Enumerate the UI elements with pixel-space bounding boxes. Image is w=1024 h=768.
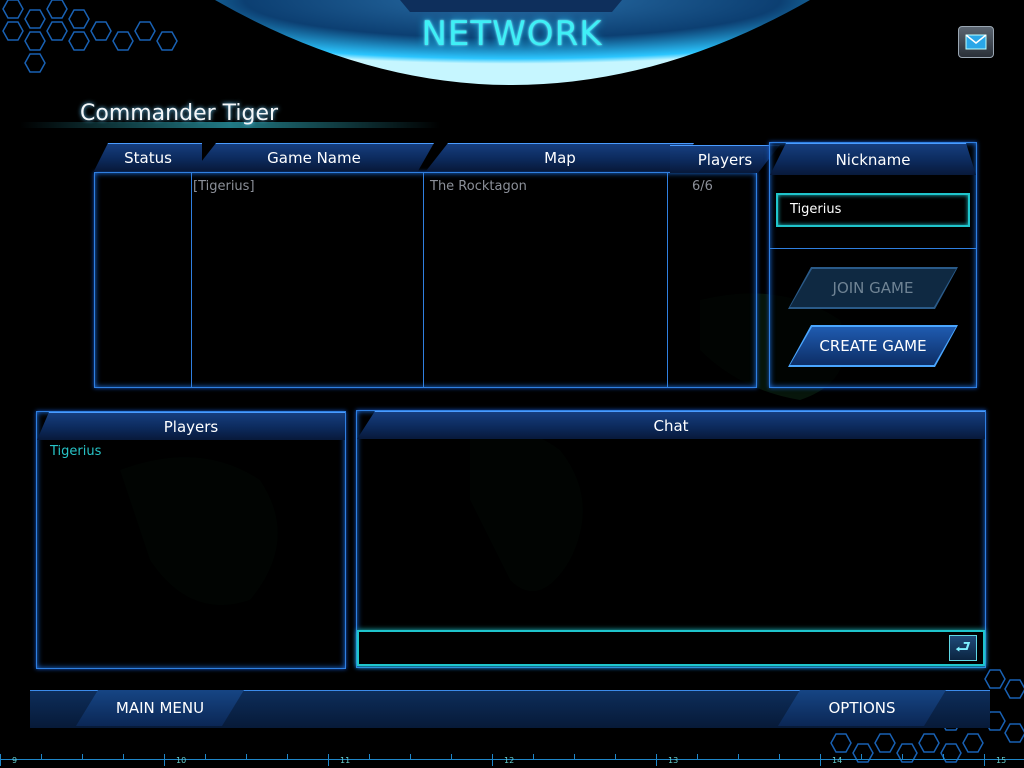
- ruler-tick: [205, 754, 206, 760]
- players-header: Players: [37, 412, 345, 440]
- ruler-tick: [328, 754, 329, 766]
- ruler-tick: [615, 754, 616, 760]
- column-divider: [423, 172, 424, 387]
- enter-arrow-icon: ⮐: [954, 637, 972, 658]
- mail-button[interactable]: [958, 26, 994, 58]
- timeline-ruler: 9 10 11 12 13 14 15: [0, 752, 1024, 768]
- ruler-tick: [41, 754, 42, 760]
- screen-title: NETWORK: [421, 14, 603, 54]
- join-game-button[interactable]: JOIN GAME: [790, 269, 956, 307]
- games-table: [94, 172, 757, 388]
- ruler-tick-label: 11: [340, 756, 351, 765]
- column-divider: [191, 172, 192, 387]
- ruler-tick: [779, 754, 780, 760]
- ruler-tick: [533, 754, 534, 760]
- column-divider: [667, 172, 668, 387]
- row-players: 6/6: [692, 179, 713, 194]
- row-game-name: [Tigerius]: [193, 179, 255, 194]
- ruler-tick: [738, 754, 739, 760]
- ruler-tick-label: 15: [996, 756, 1007, 765]
- ruler-tick: [82, 754, 83, 760]
- column-header-map[interactable]: Map: [426, 143, 694, 171]
- ruler-tick: [574, 754, 575, 760]
- ruler-tick: [943, 754, 944, 760]
- ruler-tick-label: 9: [12, 756, 18, 765]
- nickname-divider: [770, 248, 976, 249]
- mail-icon: [965, 34, 987, 50]
- main-menu-button[interactable]: MAIN MENU: [76, 690, 244, 726]
- ruler-tick-label: 10: [176, 756, 187, 765]
- ruler-tick-label: 12: [504, 756, 515, 765]
- chat-input[interactable]: [357, 630, 985, 666]
- send-button[interactable]: ⮐: [949, 635, 977, 661]
- ruler-tick: [164, 754, 165, 766]
- player-list-item[interactable]: Tigerius: [50, 444, 101, 459]
- ruler-tick: [820, 754, 821, 766]
- column-header-status[interactable]: Status: [94, 143, 202, 171]
- ruler-tick: [492, 754, 493, 766]
- ruler-tick: [656, 754, 657, 766]
- column-header-game-name[interactable]: Game Name: [194, 143, 434, 171]
- ruler-tick-label: 13: [668, 756, 679, 765]
- ruler-tick: [451, 754, 452, 760]
- ruler-tick: [697, 754, 698, 760]
- ruler-tick-label: 14: [832, 756, 843, 765]
- ruler-tick: [287, 754, 288, 760]
- nickname-input[interactable]: Tigerius: [776, 193, 970, 227]
- create-game-button[interactable]: CREATE GAME: [790, 327, 956, 365]
- chat-header: Chat: [357, 411, 985, 439]
- ruler-tick: [123, 754, 124, 760]
- options-button[interactable]: OPTIONS: [778, 690, 946, 726]
- ruler-tick: [246, 754, 247, 760]
- row-map: The Rocktagon: [430, 179, 527, 194]
- ruler-tick: [369, 754, 370, 760]
- ruler-tick: [0, 754, 1, 766]
- ruler-tick: [984, 754, 985, 766]
- table-row[interactable]: [Tigerius] The Rocktagon 6/6: [95, 178, 756, 198]
- ruler-tick: [861, 754, 862, 760]
- ruler-tick: [902, 754, 903, 760]
- ruler-tick: [410, 754, 411, 760]
- commander-name: Commander Tiger: [80, 101, 279, 126]
- nickname-header: Nickname: [770, 143, 976, 175]
